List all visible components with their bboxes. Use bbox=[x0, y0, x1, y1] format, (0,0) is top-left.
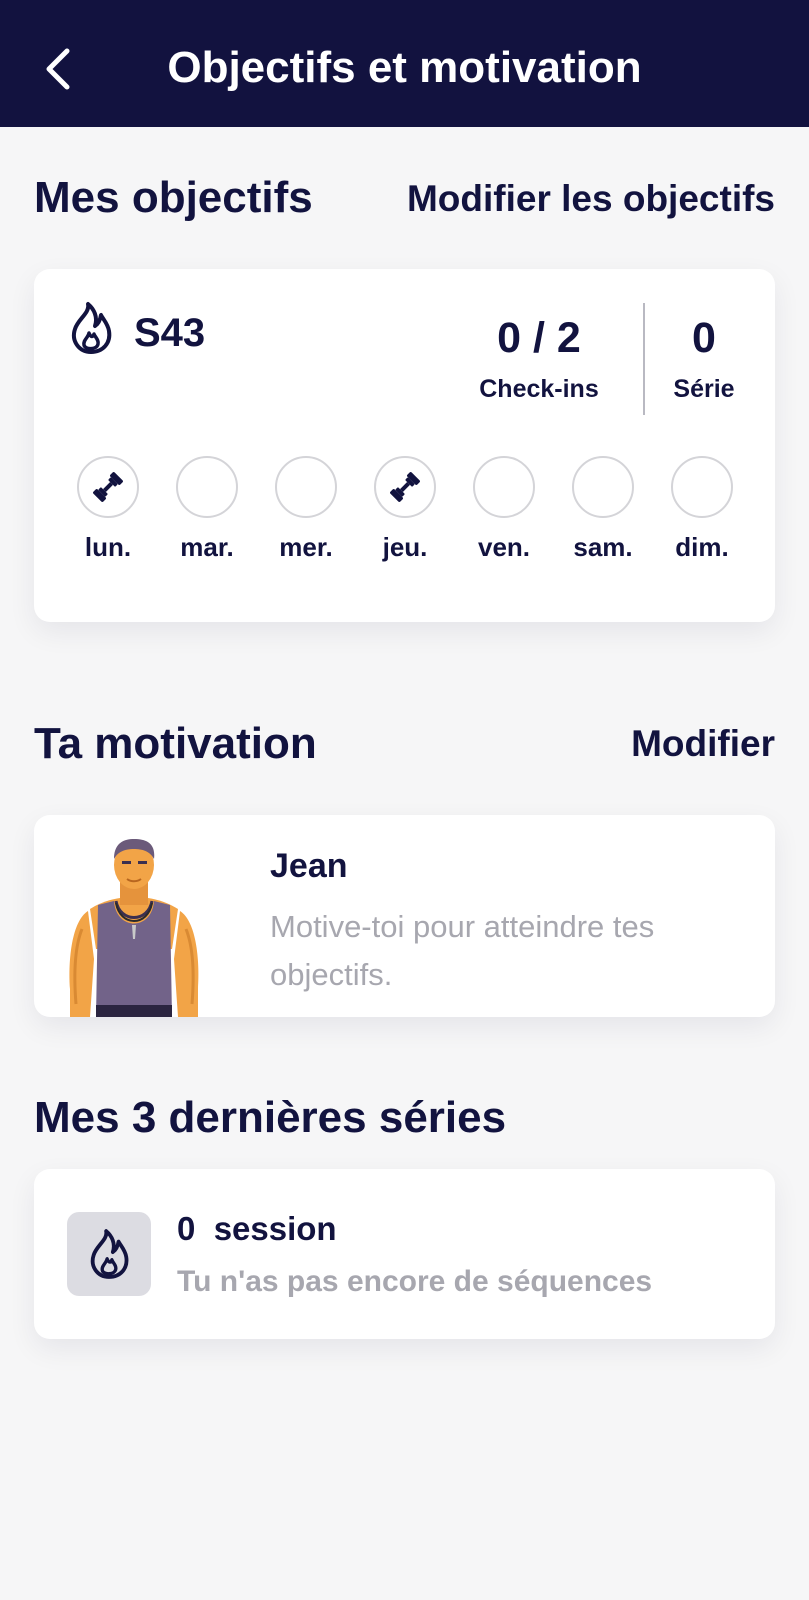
weekday-item[interactable]: mar. bbox=[167, 456, 247, 564]
weekday-label: lun. bbox=[84, 532, 132, 562]
weekly-goals-card: S43 0 / 2 Check-ins 0 Série lun. mar. mer.… bbox=[34, 269, 775, 622]
weekday-item[interactable]: ven. bbox=[464, 456, 544, 564]
weekday-label: sam. bbox=[573, 532, 633, 562]
streaks-section-title: Mes 3 dernières séries bbox=[34, 1093, 507, 1142]
streak-value: 0 bbox=[692, 314, 716, 362]
weekday-circle-checked bbox=[374, 456, 436, 518]
weekday-circle bbox=[572, 456, 634, 518]
flame-icon bbox=[72, 302, 112, 354]
page-title: Objectifs et motivation bbox=[167, 43, 642, 92]
edit-goals-link[interactable]: Modifier les objectifs bbox=[407, 175, 775, 223]
weekday-circle bbox=[275, 456, 337, 518]
weekday-circle bbox=[671, 456, 733, 518]
dumbbell-icon bbox=[390, 472, 420, 502]
weekday-item[interactable]: sam. bbox=[563, 456, 643, 564]
stats-divider bbox=[643, 303, 645, 415]
weekday-circle bbox=[176, 456, 238, 518]
week-number: S43 bbox=[134, 311, 206, 355]
flame-icon bbox=[90, 1229, 129, 1279]
coach-avatar bbox=[69, 839, 199, 1017]
motivation-section-title: Ta motivation bbox=[34, 719, 317, 768]
streak-icon-box bbox=[67, 1212, 151, 1296]
weekday-item[interactable]: lun. bbox=[68, 456, 148, 564]
weekday-label: ven. bbox=[477, 532, 531, 562]
goals-section-title: Mes objectifs bbox=[34, 173, 313, 222]
edit-motivation-link[interactable]: Modifier bbox=[631, 720, 775, 768]
weekday-item[interactable]: jeu. bbox=[365, 456, 445, 564]
dumbbell-icon bbox=[93, 472, 123, 502]
weekday-circle-checked bbox=[77, 456, 139, 518]
weekday-label: mer. bbox=[279, 532, 333, 562]
streaks-card: 0 session Tu n'as pas encore de séquence… bbox=[34, 1169, 775, 1339]
streak-empty-message: Tu n'as pas encore de séquences bbox=[177, 1265, 653, 1298]
weekday-item[interactable]: dim. bbox=[662, 456, 742, 564]
coach-description: Motive-toi pour atteindre tes objectifs. bbox=[270, 909, 655, 992]
checkins-label: Check-ins bbox=[479, 375, 599, 403]
coach-card[interactable]: Jean Motive-toi pour atteindre tes objec… bbox=[34, 815, 775, 1017]
checkins-value: 0 / 2 bbox=[497, 314, 581, 362]
streak-label: Série bbox=[673, 375, 735, 403]
weekday-item[interactable]: mer. bbox=[266, 456, 346, 564]
streak-session-count: 0 session bbox=[177, 1210, 337, 1247]
weekday-label: mar. bbox=[180, 532, 234, 562]
weekday-label: dim. bbox=[675, 532, 729, 562]
weekday-circle bbox=[473, 456, 535, 518]
coach-name: Jean bbox=[270, 847, 348, 885]
top-app-bar: Objectifs et motivation bbox=[0, 0, 809, 127]
weekday-label: jeu. bbox=[382, 532, 428, 562]
